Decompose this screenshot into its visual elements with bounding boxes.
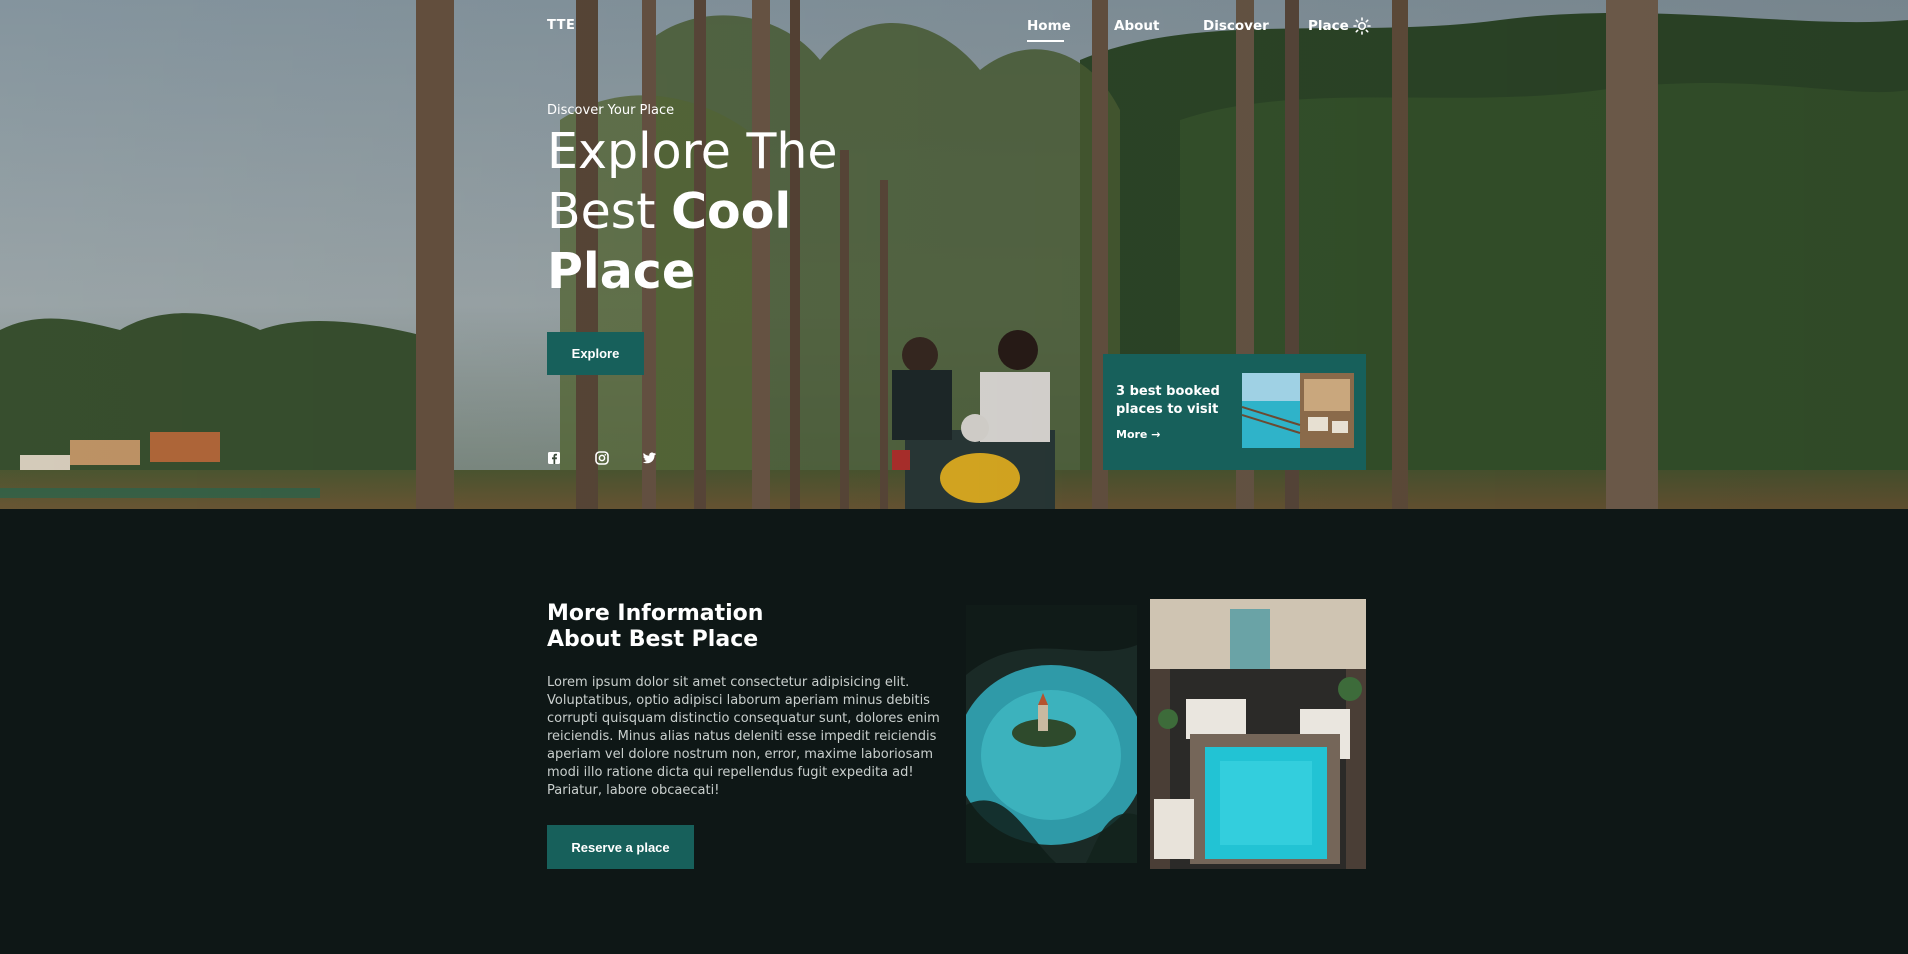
hero-overlay [0, 0, 1908, 509]
hero-section: TTE Home About Discover Place Discover Y… [0, 0, 1908, 509]
headline-line-3-bold: Place [547, 243, 696, 300]
booked-card-title: 3 best booked places to visit [1116, 384, 1220, 417]
twitter-icon[interactable] [642, 450, 658, 466]
info-title: More Information About Best Place [547, 601, 763, 653]
headline-line-1: Explore The [547, 123, 838, 180]
sun-icon[interactable] [1352, 16, 1372, 36]
explore-button[interactable]: Explore [547, 332, 644, 375]
hero-headline: Explore The Best Cool Place [547, 122, 838, 302]
facebook-icon[interactable] [547, 450, 563, 466]
instagram-icon[interactable] [595, 450, 611, 466]
booked-places-card[interactable]: 3 best booked places to visit More → [1103, 354, 1366, 470]
arrow-right-icon: → [1151, 428, 1161, 441]
info-paragraph: Lorem ipsum dolor sit amet consectetur a… [547, 675, 940, 798]
more-link-label: More [1116, 428, 1148, 441]
nav-link-home[interactable]: Home [1027, 18, 1071, 42]
logo[interactable]: TTE [547, 18, 575, 33]
top-navigation: TTE Home About Discover Place [547, 16, 1371, 42]
lake-island-image [966, 605, 1137, 863]
resort-thumbnail-image [1242, 373, 1354, 448]
info-title-line-1: More Information [547, 601, 764, 626]
nav-link-place[interactable]: Place [1308, 18, 1349, 34]
headline-line-2-bold: Cool [671, 183, 792, 240]
more-link[interactable]: More → [1116, 428, 1160, 441]
riad-pool-image [1150, 599, 1366, 869]
nav-link-discover[interactable]: Discover [1203, 18, 1269, 34]
reserve-button[interactable]: Reserve a place [547, 825, 694, 869]
hero-subtitle: Discover Your Place [547, 103, 675, 118]
info-title-line-2: About Best Place [547, 627, 759, 652]
headline-line-2-regular: Best [547, 183, 672, 240]
nav-link-about[interactable]: About [1114, 18, 1159, 34]
